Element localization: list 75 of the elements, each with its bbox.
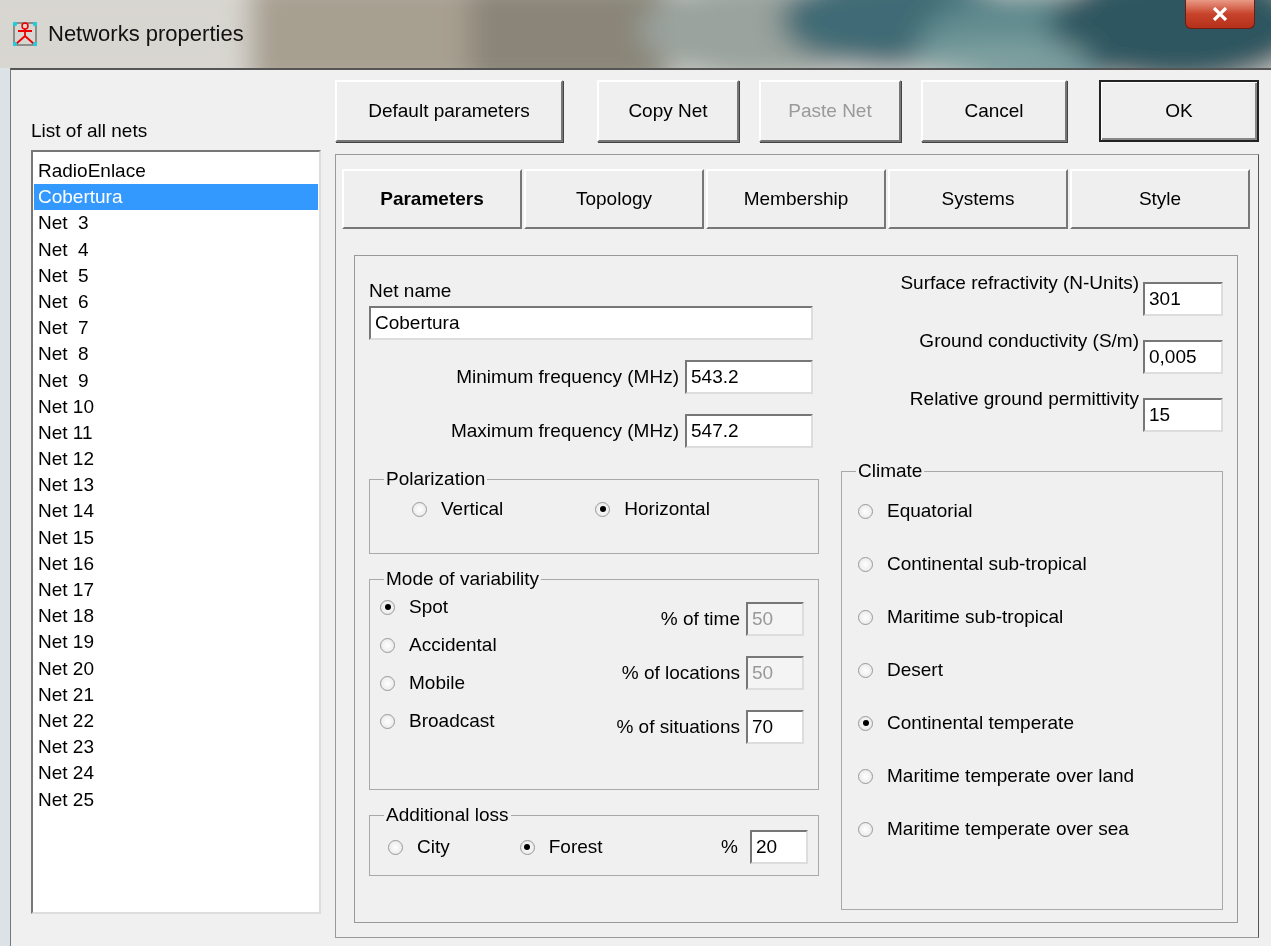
list-item[interactable]: Net 8 — [34, 341, 318, 368]
field-label: Net name — [369, 280, 453, 302]
list-item[interactable]: Net 11 — [34, 419, 318, 447]
list-item[interactable]: Net 12 — [34, 446, 318, 473]
list-item[interactable]: RadioEnlace — [34, 158, 318, 185]
input-field[interactable]: 0,005 — [1143, 340, 1223, 374]
list-item[interactable]: Net 17 — [34, 577, 318, 604]
window-title: Networks properties — [48, 21, 244, 47]
close-icon — [1212, 7, 1228, 21]
input-field[interactable]: Cobertura — [369, 306, 813, 340]
radio-button[interactable]: Continental sub-tropical — [858, 553, 1212, 575]
dialog-button[interactable]: Copy Net — [597, 80, 739, 142]
list-item[interactable]: Net 9 — [34, 367, 318, 394]
list-item[interactable]: Net 10 — [34, 393, 318, 420]
list-item[interactable]: Net 16 — [34, 550, 318, 577]
radio-button[interactable]: Mobile — [380, 672, 497, 694]
input-field[interactable]: 15 — [1143, 398, 1223, 432]
close-button[interactable] — [1185, 0, 1255, 29]
radio-button[interactable]: City — [388, 836, 450, 858]
radio-button[interactable]: Broadcast — [380, 710, 497, 732]
network-icon — [12, 21, 38, 47]
list-item[interactable]: Net 22 — [34, 707, 318, 735]
radio-button[interactable]: Equatorial — [858, 500, 1212, 522]
radio-button[interactable]: Maritime temperate over sea — [858, 818, 1212, 840]
radio-button[interactable]: Spot — [380, 596, 497, 618]
list-item[interactable]: Net 18 — [34, 603, 318, 630]
radio-button[interactable]: Vertical — [412, 498, 504, 520]
field-label: % of locations — [621, 662, 740, 684]
input-field[interactable]: 547.2 — [685, 414, 813, 448]
list-item[interactable]: Net 4 — [34, 236, 318, 263]
list-item[interactable]: Net 13 — [34, 472, 318, 499]
field-label: Ground conductivity (S/m) — [919, 330, 1139, 352]
list-item[interactable]: Net 3 — [34, 210, 318, 237]
radio-button[interactable]: Accidental — [380, 634, 497, 656]
list-item[interactable]: Net 20 — [34, 655, 318, 682]
list-item[interactable]: Net 5 — [34, 262, 318, 289]
list-item[interactable]: Net 25 — [34, 786, 318, 813]
radio-button[interactable]: Maritime sub-tropical — [858, 606, 1212, 628]
tab[interactable]: Systems — [888, 169, 1068, 229]
field-label: Minimum frequency (MHz) — [456, 366, 679, 388]
list-item[interactable]: Net 14 — [34, 498, 318, 525]
list-item[interactable]: Net 23 — [34, 734, 318, 761]
dialog-button[interactable]: Default parameters — [335, 80, 563, 142]
input-field[interactable]: 543.2 — [685, 360, 813, 394]
input-field[interactable]: 70 — [746, 710, 804, 744]
radio-button[interactable]: Desert — [858, 659, 1212, 681]
field-label: Surface refractivity (N-Units) — [900, 272, 1139, 294]
group-title: Mode of variability — [385, 568, 541, 590]
field-label: % of time — [660, 608, 740, 630]
list-item[interactable]: Net 7 — [34, 315, 318, 342]
list-item[interactable]: Net 24 — [34, 760, 318, 787]
group-title: Climate — [857, 460, 924, 482]
list-item[interactable]: Net 15 — [34, 524, 318, 551]
percent-label: % — [721, 836, 738, 858]
field-label: Relative ground permittivity — [909, 388, 1139, 410]
field-label: % of situations — [616, 716, 740, 738]
tab[interactable]: Style — [1070, 169, 1250, 229]
group-title: Additional loss — [385, 804, 510, 826]
input-field[interactable]: 20 — [750, 830, 808, 864]
dialog-button[interactable]: OK — [1099, 80, 1259, 142]
radio-button[interactable]: Forest — [519, 836, 603, 858]
radio-button[interactable]: Horizontal — [595, 498, 710, 520]
list-item[interactable]: Net 6 — [34, 288, 318, 316]
dialog-button[interactable]: Cancel — [921, 80, 1067, 142]
radio-button[interactable]: Maritime temperate over land — [858, 765, 1212, 787]
radio-button[interactable]: Continental temperate — [858, 712, 1212, 734]
group-title: Polarization — [385, 468, 487, 490]
field-label: Maximum frequency (MHz) — [450, 420, 679, 442]
tab[interactable]: Parameters — [342, 169, 522, 229]
tab[interactable]: Topology — [524, 169, 704, 229]
tab[interactable]: Membership — [706, 169, 886, 229]
list-item[interactable]: Net 21 — [34, 681, 318, 708]
list-item[interactable]: Net 19 — [34, 629, 318, 656]
list-label: List of all nets — [31, 120, 149, 142]
input-field[interactable]: 301 — [1143, 282, 1223, 316]
